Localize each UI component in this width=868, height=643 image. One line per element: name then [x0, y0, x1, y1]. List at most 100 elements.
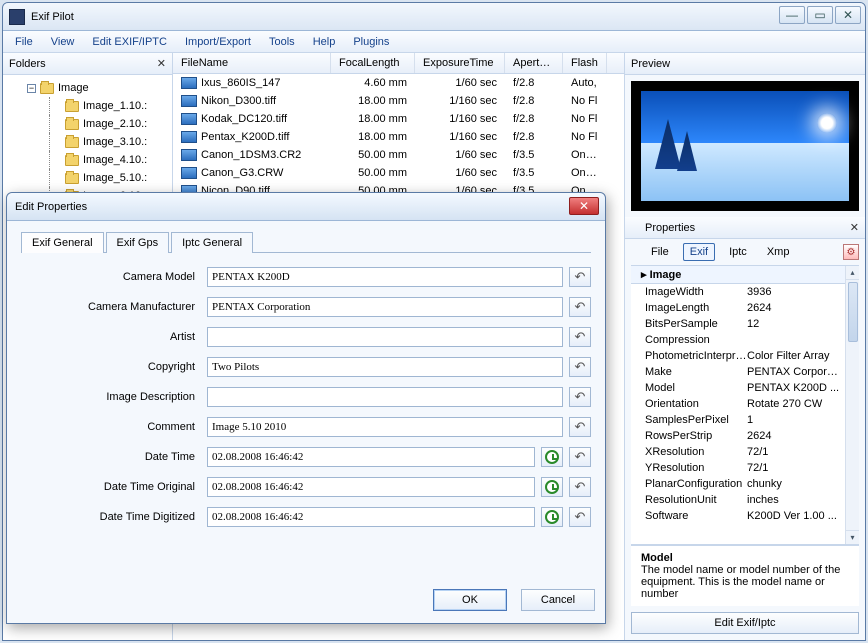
property-row[interactable]: XResolution72/1 — [631, 444, 845, 460]
form-row-camera_manufacturer: Camera Manufacturer↶ — [21, 297, 591, 317]
date_time-input[interactable] — [207, 447, 535, 467]
tab-exif-gps[interactable]: Exif Gps — [106, 232, 170, 253]
column-header[interactable]: Aperture — [505, 53, 563, 73]
menu-file[interactable]: File — [7, 34, 41, 50]
file-name: Canon_1DSM3.CR2 — [201, 149, 301, 161]
property-row[interactable]: PlanarConfigurationchunky — [631, 476, 845, 492]
properties-pane: File Exif Iptc Xmp ⚙ ▸ Image ImageWidth3… — [625, 239, 865, 640]
tab-file[interactable]: File — [645, 244, 675, 260]
property-row[interactable]: Compression — [631, 332, 845, 348]
tab-iptc[interactable]: Iptc — [723, 244, 753, 260]
folder-child[interactable]: Image_4.10.: — [9, 151, 166, 169]
undo-button[interactable]: ↶ — [569, 477, 591, 497]
properties-close-icon[interactable]: ✕ — [850, 221, 859, 234]
column-header[interactable]: FocalLength — [331, 53, 415, 73]
cancel-button[interactable]: Cancel — [521, 589, 595, 611]
properties-config-icon[interactable]: ⚙ — [843, 244, 859, 260]
property-row[interactable]: YResolution72/1 — [631, 460, 845, 476]
property-row[interactable]: PhotometricInterpretatioColor Filter Arr… — [631, 348, 845, 364]
property-row[interactable]: ImageWidth3936 — [631, 284, 845, 300]
column-header[interactable]: FileName — [173, 53, 331, 73]
maximize-button[interactable]: ▭ — [807, 6, 833, 24]
date_time_original-input[interactable] — [207, 477, 535, 497]
property-group-image[interactable]: ▸ Image — [631, 266, 845, 284]
menu-import-export[interactable]: Import/Export — [177, 34, 259, 50]
folders-close-icon[interactable]: ✕ — [157, 57, 166, 70]
file-row[interactable]: Pentax_K200D.tiff18.00 mm1/160 secf/2.8N… — [173, 128, 624, 146]
dialog-titlebar[interactable]: Edit Properties ✕ — [7, 193, 605, 221]
copyright-input[interactable] — [207, 357, 563, 377]
image_description-input[interactable] — [207, 387, 563, 407]
column-header[interactable]: Flash — [563, 53, 607, 73]
property-row[interactable]: ModelPENTAX K200D ... — [631, 380, 845, 396]
property-key: ResolutionUnit — [635, 494, 747, 506]
undo-button[interactable]: ↶ — [569, 507, 591, 527]
property-row[interactable]: SoftwareK200D Ver 1.00 ... — [631, 508, 845, 524]
property-row[interactable]: RowsPerStrip2624 — [631, 428, 845, 444]
properties-title: Properties — [645, 222, 850, 234]
property-list[interactable]: ▸ Image ImageWidth3936ImageLength2624Bit… — [631, 265, 859, 545]
undo-button[interactable]: ↶ — [569, 357, 591, 377]
clock-button[interactable] — [541, 447, 563, 467]
camera_model-input[interactable] — [207, 267, 563, 287]
property-row[interactable]: ImageLength2624 — [631, 300, 845, 316]
tab-xmp[interactable]: Xmp — [761, 244, 796, 260]
file-row[interactable]: Canon_G3.CRW50.00 mm1/60 secf/3.5On, R — [173, 164, 624, 182]
menu-tools[interactable]: Tools — [261, 34, 303, 50]
scroll-thumb[interactable] — [848, 282, 858, 342]
undo-button[interactable]: ↶ — [569, 297, 591, 317]
edit-properties-dialog: Edit Properties ✕ Exif General Exif Gps … — [6, 192, 606, 624]
properties-scrollbar[interactable]: ▴ ▾ — [845, 266, 859, 544]
clock-button[interactable] — [541, 477, 563, 497]
file-row[interactable]: Canon_1DSM3.CR250.00 mm1/60 secf/3.5On, … — [173, 146, 624, 164]
undo-button[interactable]: ↶ — [569, 387, 591, 407]
minimize-button[interactable]: — — [779, 6, 805, 24]
file-row[interactable]: Nikon_D300.tiff18.00 mm1/160 secf/2.8No … — [173, 92, 624, 110]
menu-plugins[interactable]: Plugins — [345, 34, 397, 50]
undo-button[interactable]: ↶ — [569, 447, 591, 467]
column-header[interactable]: ExposureTime — [415, 53, 505, 73]
undo-button[interactable]: ↶ — [569, 267, 591, 287]
menu-help[interactable]: Help — [305, 34, 344, 50]
folder-label: Image_3.10.: — [83, 136, 147, 148]
folder-child[interactable]: Image_2.10.: — [9, 115, 166, 133]
scroll-up-icon[interactable]: ▴ — [846, 266, 859, 280]
menu-edit-exif[interactable]: Edit EXIF/IPTC — [84, 34, 175, 50]
tab-iptc-general[interactable]: Iptc General — [171, 232, 253, 253]
undo-icon: ↶ — [575, 329, 586, 345]
file-row[interactable]: Ixus_860IS_1474.60 mm1/60 secf/2.8Auto, — [173, 74, 624, 92]
property-row[interactable]: SamplesPerPixel1 — [631, 412, 845, 428]
property-key: SamplesPerPixel — [635, 414, 747, 426]
folder-child[interactable]: Image_1.10.: — [9, 97, 166, 115]
clock-button[interactable] — [541, 507, 563, 527]
edit-exif-iptc-button[interactable]: Edit Exif/Iptc — [631, 612, 859, 634]
camera_manufacturer-input[interactable] — [207, 297, 563, 317]
artist-input[interactable] — [207, 327, 563, 347]
image-file-icon — [181, 149, 197, 161]
comment-input[interactable] — [207, 417, 563, 437]
collapse-icon[interactable]: − — [27, 84, 36, 93]
undo-button[interactable]: ↶ — [569, 327, 591, 347]
tab-exif[interactable]: Exif — [683, 243, 715, 261]
property-row[interactable]: MakePENTAX Corporat... — [631, 364, 845, 380]
scroll-down-icon[interactable]: ▾ — [846, 530, 859, 544]
dialog-close-button[interactable]: ✕ — [569, 197, 599, 215]
property-row[interactable]: OrientationRotate 270 CW — [631, 396, 845, 412]
cell-focal: 18.00 mm — [331, 95, 415, 107]
ok-button[interactable]: OK — [433, 589, 507, 611]
undo-icon: ↶ — [575, 389, 586, 405]
property-row[interactable]: BitsPerSample12 — [631, 316, 845, 332]
file-row[interactable]: Kodak_DC120.tiff18.00 mm1/160 secf/2.8No… — [173, 110, 624, 128]
folder-child[interactable]: Image_5.10.: — [9, 169, 166, 187]
property-row[interactable]: ResolutionUnitinches — [631, 492, 845, 508]
undo-button[interactable]: ↶ — [569, 417, 591, 437]
tab-exif-general[interactable]: Exif General — [21, 232, 104, 253]
property-value: 12 — [747, 318, 841, 330]
date_time_digitized-input[interactable] — [207, 507, 535, 527]
menu-view[interactable]: View — [43, 34, 83, 50]
property-key: Software — [635, 510, 747, 522]
field-label: Date Time Digitized — [21, 511, 207, 523]
folder-root[interactable]: − Image — [9, 79, 166, 97]
close-button[interactable]: ✕ — [835, 6, 861, 24]
folder-child[interactable]: Image_3.10.: — [9, 133, 166, 151]
